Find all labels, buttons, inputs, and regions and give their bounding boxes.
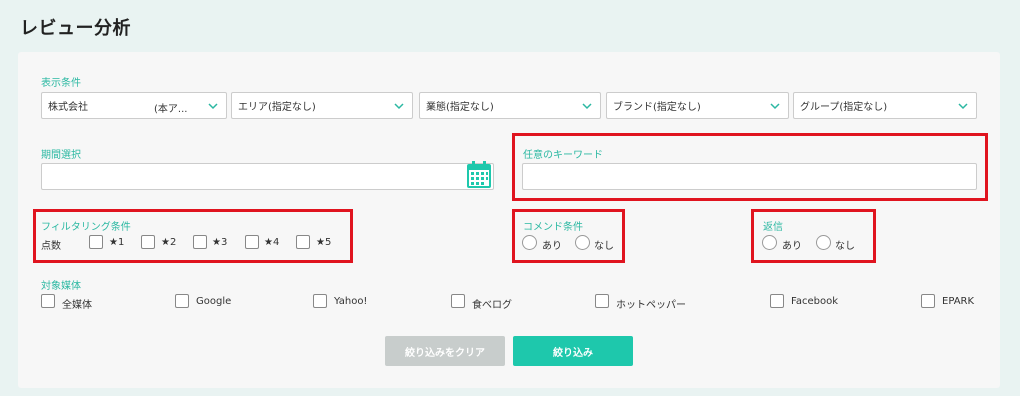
- media-google-label: Google: [196, 296, 232, 307]
- company-select-sub: (本ア...: [154, 104, 188, 115]
- star1-checkbox[interactable]: [89, 235, 103, 249]
- chevron-down-icon: [582, 103, 592, 110]
- media-epark-checkbox[interactable]: [921, 294, 935, 308]
- star1-label: ★1: [109, 237, 125, 248]
- comment-no-radio[interactable]: [575, 235, 590, 250]
- media-label: 対象媒体: [41, 281, 81, 292]
- media-all-checkbox[interactable]: [41, 294, 55, 308]
- chevron-down-icon: [958, 103, 968, 110]
- star2-checkbox[interactable]: [141, 235, 155, 249]
- company-select[interactable]: 株式会社 (本ア...: [41, 92, 227, 119]
- reply-yes-label: あり: [782, 241, 802, 252]
- clear-filter-button[interactable]: 絞り込みをクリア: [385, 336, 505, 366]
- chevron-down-icon: [394, 103, 404, 110]
- period-label: 期間選択: [41, 150, 81, 161]
- media-tabelog-label: 食べログ: [472, 300, 512, 311]
- star4-label: ★4: [264, 237, 280, 248]
- media-tabelog-checkbox[interactable]: [451, 294, 465, 308]
- group-select-value: グループ(指定なし): [800, 102, 888, 113]
- media-facebook-checkbox[interactable]: [770, 294, 784, 308]
- comment-no-label: なし: [594, 241, 614, 252]
- area-select-value: エリア(指定なし): [238, 102, 316, 113]
- calendar-icon[interactable]: [466, 161, 492, 189]
- display-conditions-label: 表示条件: [41, 78, 81, 89]
- group-select[interactable]: グループ(指定なし): [793, 92, 977, 119]
- media-facebook-label: Facebook: [791, 296, 838, 307]
- reply-no-label: なし: [835, 241, 855, 252]
- media-hotpepper-label: ホットペッパー: [616, 300, 686, 311]
- media-google-checkbox[interactable]: [175, 294, 189, 308]
- comment-yes-radio[interactable]: [522, 235, 537, 250]
- media-hotpepper-checkbox[interactable]: [595, 294, 609, 308]
- star3-checkbox[interactable]: [193, 235, 207, 249]
- brand-select-value: ブランド(指定なし): [613, 102, 701, 113]
- business-type-select[interactable]: 業態(指定なし): [419, 92, 601, 119]
- area-select[interactable]: エリア(指定なし): [231, 92, 413, 119]
- media-all-label: 全媒体: [62, 300, 92, 311]
- star3-label: ★3: [212, 237, 228, 248]
- brand-select[interactable]: ブランド(指定なし): [606, 92, 789, 119]
- chevron-down-icon: [770, 103, 780, 110]
- reply-yes-radio[interactable]: [762, 235, 777, 250]
- star4-checkbox[interactable]: [245, 235, 259, 249]
- star2-label: ★2: [161, 237, 177, 248]
- media-epark-label: EPARK: [942, 296, 975, 307]
- star5-checkbox[interactable]: [296, 235, 310, 249]
- comment-yes-label: あり: [542, 241, 562, 252]
- reply-label: 返信: [763, 222, 783, 233]
- business-type-select-value: 業態(指定なし): [426, 102, 494, 113]
- keyword-label: 任意のキーワード: [523, 150, 603, 161]
- apply-filter-button[interactable]: 絞り込み: [513, 336, 633, 366]
- company-select-value: 株式会社: [48, 102, 88, 113]
- comment-label: コメンド条件: [523, 222, 583, 233]
- star5-label: ★5: [316, 237, 332, 248]
- chevron-down-icon: [208, 103, 218, 110]
- keyword-input[interactable]: [522, 163, 977, 190]
- score-label: 点数: [41, 241, 61, 252]
- page-title: レビュー分析: [20, 18, 131, 39]
- media-yahoo-checkbox[interactable]: [313, 294, 327, 308]
- filtering-label: フィルタリング条件: [41, 222, 131, 233]
- period-input[interactable]: [41, 163, 494, 190]
- reply-no-radio[interactable]: [816, 235, 831, 250]
- media-yahoo-label: Yahoo!: [334, 296, 368, 307]
